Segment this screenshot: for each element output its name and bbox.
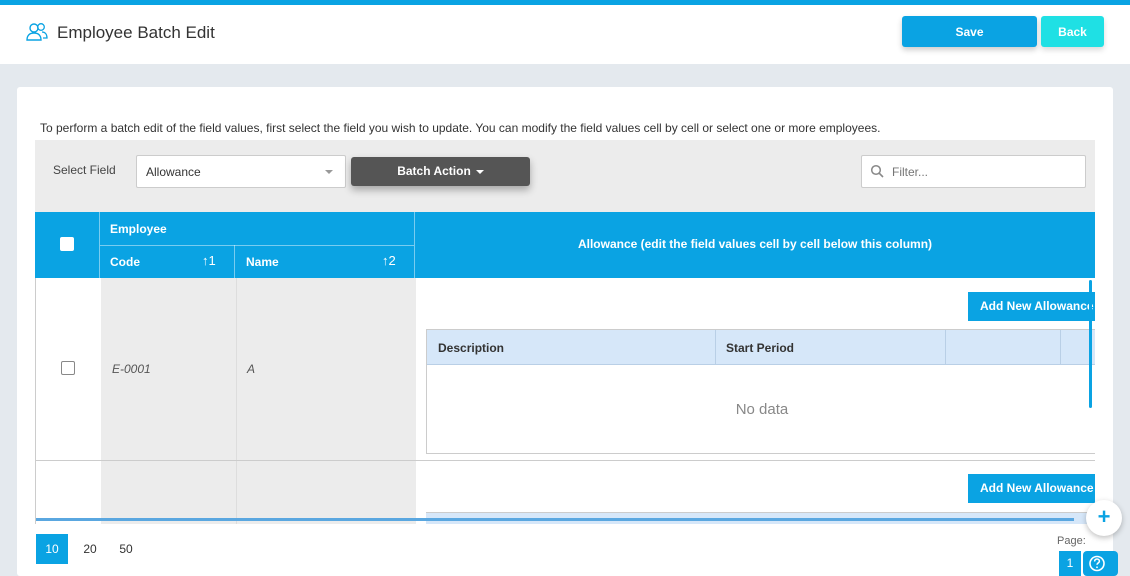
grid-body: E-0001 A Add New Allowance Description S… bbox=[35, 278, 1095, 524]
page-label: Page: bbox=[1057, 535, 1086, 547]
name-column-header[interactable]: Name bbox=[246, 255, 279, 269]
add-new-allowance-button[interactable]: Add New Allowance bbox=[968, 474, 1095, 503]
select-field-label: Select Field bbox=[53, 163, 116, 177]
chevron-down-icon bbox=[325, 170, 333, 174]
page-title: Employee Batch Edit bbox=[57, 23, 215, 42]
users-icon bbox=[26, 23, 48, 41]
field-select[interactable]: Allowance bbox=[136, 155, 346, 188]
employee-group-header: Employee bbox=[110, 222, 167, 236]
code-column-header[interactable]: Code bbox=[110, 255, 140, 269]
add-new-allowance-button[interactable]: Add New Allowance bbox=[968, 292, 1095, 321]
sort-order-icon[interactable]: ↑2 bbox=[382, 253, 396, 268]
horizontal-scrollbar[interactable] bbox=[36, 518, 1074, 521]
sort-order-icon[interactable]: ↑1 bbox=[202, 253, 216, 268]
employee-name-cell: A bbox=[247, 362, 256, 376]
page-size-10[interactable]: 10 bbox=[36, 534, 68, 564]
instructions-text: To perform a batch edit of the field val… bbox=[40, 121, 881, 135]
current-page-button[interactable]: 1 bbox=[1059, 551, 1081, 576]
no-data-message: No data bbox=[735, 401, 789, 418]
batch-action-label: Batch Action bbox=[397, 164, 471, 178]
grid-header: Employee Code ↑1 Name ↑2 Allowance (edit… bbox=[35, 212, 1095, 278]
field-select-value: Allowance bbox=[146, 165, 201, 179]
back-button[interactable]: Back bbox=[1041, 16, 1104, 47]
add-floating-button[interactable]: + bbox=[1086, 500, 1122, 536]
vertical-scrollbar[interactable] bbox=[1089, 280, 1092, 408]
plus-icon: + bbox=[1097, 504, 1111, 529]
select-all-checkbox[interactable] bbox=[60, 237, 74, 251]
caret-down-icon bbox=[475, 169, 484, 174]
allowance-subtable: Description Start Period No data bbox=[426, 329, 1095, 454]
batch-action-button[interactable]: Batch Action bbox=[351, 157, 530, 186]
page-size-20[interactable]: 20 bbox=[74, 534, 106, 564]
description-column-header: Description bbox=[438, 341, 505, 355]
page-size-50[interactable]: 50 bbox=[110, 534, 142, 564]
subtable-header: Description Start Period bbox=[427, 330, 1095, 365]
filter-input[interactable] bbox=[861, 155, 1086, 188]
help-button[interactable] bbox=[1083, 551, 1118, 576]
save-button[interactable]: Save bbox=[902, 16, 1037, 47]
search-icon bbox=[870, 164, 884, 178]
help-icon bbox=[1089, 555, 1105, 572]
row-checkbox[interactable] bbox=[61, 361, 75, 375]
allowance-column-header: Allowance (edit the field values cell by… bbox=[577, 237, 933, 251]
start-period-column-header: Start Period bbox=[726, 341, 795, 355]
employee-code-cell: E-0001 bbox=[112, 362, 151, 376]
